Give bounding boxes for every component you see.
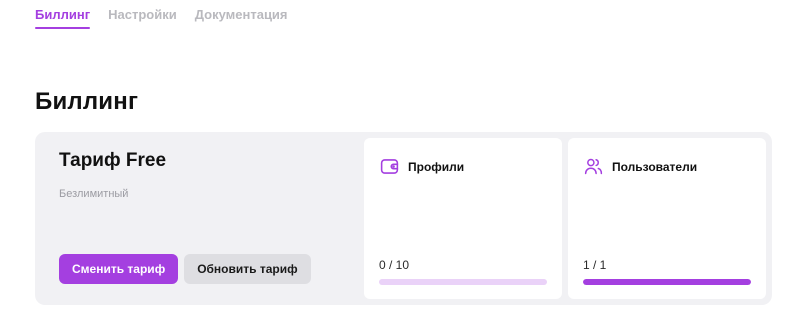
- profiles-label: Профили: [408, 159, 465, 174]
- profiles-card: Профили 0 / 10: [364, 138, 562, 299]
- change-plan-button[interactable]: Сменить тариф: [59, 254, 179, 284]
- users-card: Пользователи 1 / 1: [568, 138, 766, 299]
- profiles-header: Профили: [379, 156, 464, 177]
- users-progress-bar: [583, 279, 751, 285]
- top-tabs: Биллинг Настройки Документация: [35, 0, 288, 30]
- billing-panel: Тариф Free Безлимитный Сменить тариф Обн…: [35, 132, 772, 305]
- users-label: Пользователи: [612, 159, 698, 174]
- profiles-value: 0 / 10: [379, 258, 410, 272]
- plan-subtitle: Безлимитный: [59, 188, 129, 200]
- users-header: Пользователи: [583, 156, 697, 177]
- profiles-progress-bar: [379, 279, 547, 285]
- tab-billing[interactable]: Биллинг: [35, 0, 91, 29]
- users-icon: [584, 158, 603, 175]
- users-value: 1 / 1: [583, 258, 607, 272]
- plan-actions: Сменить тариф Обновить тариф: [59, 254, 311, 284]
- page-title: Биллинг: [35, 88, 139, 115]
- plan-title: Тариф Free: [59, 150, 167, 171]
- plan-card: Тариф Free Безлимитный Сменить тариф Обн…: [59, 150, 359, 290]
- users-progress-fill: [583, 279, 751, 285]
- wallet-icon: [380, 159, 399, 174]
- upgrade-plan-button[interactable]: Обновить тариф: [184, 254, 311, 284]
- tab-documentation[interactable]: Документация: [195, 0, 288, 29]
- tab-settings[interactable]: Настройки: [108, 0, 177, 29]
